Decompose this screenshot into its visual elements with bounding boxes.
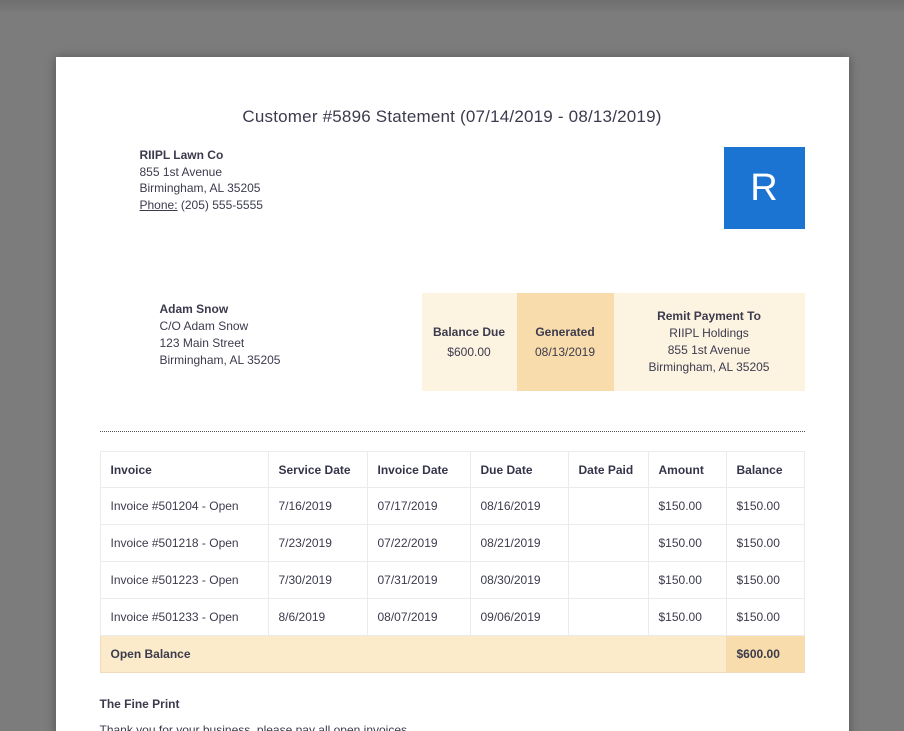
cell-invoice: Invoice #501233 - Open <box>99 598 269 636</box>
cell-balance: $150.00 <box>725 524 805 562</box>
company-logo: R <box>723 147 805 229</box>
cell-amount: $150.00 <box>647 561 727 599</box>
billing-row: Adam Snow C/O Adam Snow 123 Main Street … <box>100 293 805 391</box>
company-address-line2: Birmingham, AL 35205 <box>139 181 261 195</box>
invoice-row: Invoice #501233 - Open 8/6/2019 08/07/20… <box>99 598 805 636</box>
cell-invoice-date: 08/07/2019 <box>366 598 471 636</box>
company-info-block: RIIPL Lawn Co 855 1st Avenue Birmingham,… <box>140 147 263 213</box>
dotted-divider <box>99 431 805 432</box>
open-balance-total: $600.00 <box>725 635 805 673</box>
company-phone-line: Phone: (205) 555-5555 <box>140 197 263 214</box>
balance-due-value: $600.00 <box>447 345 491 359</box>
cell-invoice-date: 07/31/2019 <box>366 561 471 599</box>
cell-service-date: 7/23/2019 <box>267 524 368 562</box>
cell-invoice-date: 07/22/2019 <box>366 524 471 562</box>
cell-service-date: 7/16/2019 <box>267 487 368 525</box>
customer-street: 123 Main Street <box>159 336 245 350</box>
cell-due-date: 08/16/2019 <box>469 487 569 525</box>
cell-service-date: 7/30/2019 <box>267 561 368 599</box>
company-name: RIIPL Lawn Co <box>139 148 224 162</box>
phone-number: (205) 555-5555 <box>180 197 263 212</box>
cell-amount: $150.00 <box>647 598 727 636</box>
statement-title: Customer #5896 Statement (07/14/2019 - 0… <box>242 107 662 126</box>
col-header-invoice-date: Invoice Date <box>366 451 471 488</box>
statement-page: Customer #5896 Statement (07/14/2019 - 0… <box>55 57 849 731</box>
remit-label: Remit Payment To <box>657 308 761 323</box>
col-header-due-date: Due Date <box>469 451 569 488</box>
cell-date-paid <box>567 487 649 525</box>
remit-address2: Birmingham, AL 35205 <box>648 359 770 374</box>
cell-date-paid <box>567 561 649 599</box>
generated-label: Generated <box>535 325 595 339</box>
col-header-service-date: Service Date <box>267 451 368 488</box>
cell-balance: $150.00 <box>725 487 805 525</box>
remit-name: RIIPL Holdings <box>669 325 749 340</box>
customer-address-block: Adam Snow C/O Adam Snow 123 Main Street … <box>160 293 281 391</box>
fine-print-title: The Fine Print <box>99 697 180 711</box>
cell-amount: $150.00 <box>647 524 727 562</box>
generated-cell: Generated 08/13/2019 <box>516 293 614 391</box>
cell-service-date: 8/6/2019 <box>267 598 368 636</box>
customer-city: Birmingham, AL 35205 <box>159 353 281 367</box>
document-viewer-background: Customer #5896 Statement (07/14/2019 - 0… <box>0 0 904 731</box>
open-balance-row: Open Balance $600.00 <box>99 635 805 673</box>
invoice-row: Invoice #501223 - Open 7/30/2019 07/31/2… <box>99 561 805 599</box>
col-header-invoice: Invoice <box>99 451 269 488</box>
invoice-row: Invoice #501204 - Open 7/16/2019 07/17/2… <box>99 487 805 525</box>
remit-payment-cell: Remit Payment To RIIPL Holdings 855 1st … <box>613 293 805 391</box>
cell-due-date: 08/30/2019 <box>469 561 569 599</box>
col-header-date-paid: Date Paid <box>567 451 649 488</box>
cell-due-date: 09/06/2019 <box>469 598 569 636</box>
open-balance-label: Open Balance <box>99 635 727 673</box>
cell-invoice: Invoice #501204 - Open <box>99 487 269 525</box>
cell-amount: $150.00 <box>647 487 727 525</box>
cell-date-paid <box>567 598 649 636</box>
remit-address1: 855 1st Avenue <box>667 342 751 357</box>
cell-date-paid <box>567 524 649 562</box>
cell-invoice: Invoice #501223 - Open <box>99 561 269 599</box>
statement-summary-box: Balance Due $600.00 Generated 08/13/2019… <box>421 293 805 391</box>
customer-care-of: C/O Adam Snow <box>159 319 249 333</box>
cell-invoice: Invoice #501218 - Open <box>99 524 269 562</box>
balance-due-label: Balance Due <box>432 325 506 339</box>
customer-name: Adam Snow <box>159 302 229 316</box>
balance-due-cell: Balance Due $600.00 <box>421 293 517 391</box>
cell-due-date: 08/21/2019 <box>469 524 569 562</box>
phone-label: Phone: <box>139 197 178 212</box>
invoice-table-header-row: Invoice Service Date Invoice Date Due Da… <box>99 451 805 488</box>
cell-invoice-date: 07/17/2019 <box>366 487 471 525</box>
company-address-line1: 855 1st Avenue <box>139 164 223 179</box>
logo-letter: R <box>750 166 778 209</box>
invoice-table: Invoice Service Date Invoice Date Due Da… <box>99 451 805 673</box>
generated-value: 08/13/2019 <box>534 345 596 359</box>
col-header-balance: Balance <box>725 451 805 488</box>
cell-balance: $150.00 <box>725 598 805 636</box>
cell-balance: $150.00 <box>725 561 805 599</box>
company-header-row: RIIPL Lawn Co 855 1st Avenue Birmingham,… <box>100 147 805 229</box>
invoice-row: Invoice #501218 - Open 7/23/2019 07/22/2… <box>99 524 805 562</box>
col-header-amount: Amount <box>647 451 727 488</box>
fine-print-text: Thank you for your business, please pay … <box>99 723 411 731</box>
